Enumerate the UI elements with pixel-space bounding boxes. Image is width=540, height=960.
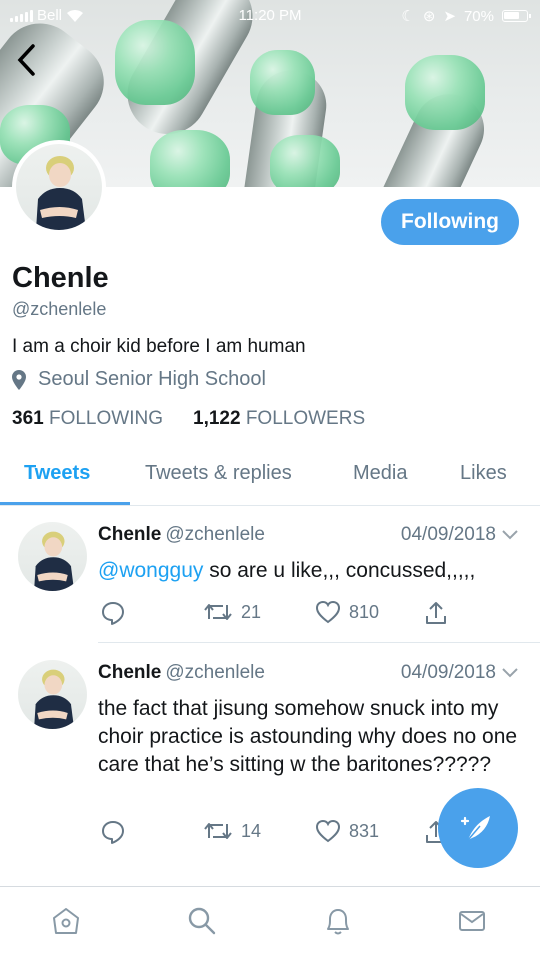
tweet-date: 04/09/2018	[400, 524, 496, 545]
tweet-avatar[interactable]	[18, 660, 87, 729]
location-arrow-icon: ➤	[443, 8, 456, 25]
tweet-text: the fact that jisung somehow snuck into …	[98, 697, 518, 776]
followers-stat[interactable]: 1,122 FOLLOWERS	[193, 408, 365, 430]
battery-icon	[502, 10, 531, 22]
like-button[interactable]: 810	[315, 600, 379, 624]
share-button[interactable]	[424, 600, 448, 626]
nav-search[interactable]	[182, 901, 222, 941]
search-icon	[188, 907, 216, 935]
active-tab-indicator	[0, 502, 130, 505]
like-count: 831	[349, 820, 380, 841]
retweet-icon	[204, 604, 232, 620]
tweet-text: @wongguy so are u like,,, concussed,,,,,	[98, 557, 523, 585]
back-button[interactable]	[8, 40, 44, 80]
tweet-author: Chenle @zchenlele	[98, 524, 265, 546]
retweet-count: 21	[241, 601, 262, 622]
tweet-actions: 21 810	[98, 600, 458, 630]
profile-name: Chenle	[12, 262, 109, 294]
tweet-date-area[interactable]: 04/09/2018	[401, 662, 518, 684]
like-button[interactable]: 831	[315, 819, 379, 843]
tab-likes[interactable]: Likes	[460, 462, 507, 485]
reply-icon	[102, 602, 124, 625]
nav-messages[interactable]	[452, 901, 492, 941]
moon-icon: ☾	[401, 8, 415, 25]
tweet-author: Chenle @zchenlele	[98, 662, 265, 684]
following-button[interactable]: Following	[381, 199, 519, 245]
tweet-name: Chenle	[98, 662, 162, 683]
messages-icon	[459, 911, 485, 931]
like-count: 810	[349, 601, 380, 622]
retweet-button[interactable]: 14	[203, 819, 261, 843]
compose-tweet-button[interactable]	[438, 788, 518, 868]
nav-home[interactable]	[46, 901, 86, 941]
retweet-button[interactable]: 21	[203, 600, 261, 624]
reply-icon	[102, 821, 124, 844]
tweet-handle: @zchenlele	[165, 524, 265, 545]
tab-tweets[interactable]: Tweets	[24, 462, 90, 485]
tweet-avatar[interactable]	[18, 522, 87, 591]
tab-media[interactable]: Media	[353, 462, 407, 485]
tweet-date-area[interactable]: 04/09/2018	[401, 524, 518, 546]
notifications-icon	[327, 909, 349, 935]
profile-bio: I am a choir kid before I am human	[12, 336, 306, 357]
tweet-handle: @zchenlele	[165, 662, 265, 683]
following-label: FOLLOWING	[48, 408, 163, 429]
tweet-body: so are u like,,, concussed,,,,,	[203, 559, 476, 582]
tweet-name: Chenle	[98, 524, 162, 545]
following-stat[interactable]: 361 FOLLOWING	[12, 408, 163, 430]
tweet-actions: 14 831	[98, 819, 458, 849]
back-icon	[17, 44, 35, 76]
tweet-mention[interactable]: @wongguy	[98, 559, 203, 582]
reply-button[interactable]	[100, 819, 126, 845]
chevron-down-icon[interactable]	[502, 530, 518, 540]
tweet-divider	[98, 642, 540, 643]
reply-button[interactable]	[100, 600, 126, 626]
profile-stats: 361 FOLLOWING 1,122 FOLLOWERS	[12, 408, 365, 430]
avatar-photo	[16, 144, 102, 230]
like-icon	[315, 819, 341, 843]
location-pin-icon	[12, 369, 26, 390]
tab-tweets-replies[interactable]: Tweets & replies	[145, 462, 292, 485]
location-text: Seoul Senior High School	[38, 368, 266, 390]
nav-notifications[interactable]	[318, 901, 358, 941]
profile-location: Seoul Senior High School	[12, 368, 266, 391]
profile-avatar[interactable]	[12, 140, 106, 234]
home-icon	[53, 908, 79, 934]
like-icon	[315, 600, 341, 624]
chevron-down-icon[interactable]	[502, 668, 518, 678]
status-right: ☾ ⊛ ➤ 70%	[401, 7, 531, 25]
share-icon	[426, 602, 446, 624]
profile-tabs: Tweets Tweets & replies Media Likes	[0, 446, 540, 506]
retweet-count: 14	[241, 820, 262, 841]
compose-icon	[460, 816, 490, 841]
bottom-nav	[0, 886, 540, 960]
tweet-date: 04/09/2018	[400, 662, 496, 683]
retweet-icon	[204, 823, 232, 839]
profile-handle: @zchenlele	[12, 299, 107, 319]
followers-label: FOLLOWERS	[245, 408, 366, 429]
status-bar: Bell 11:20 PM ☾ ⊛ ➤ 70%	[0, 0, 540, 32]
following-count: 361	[12, 408, 44, 429]
battery-percent: 70%	[463, 7, 494, 25]
followers-count: 1,122	[193, 408, 241, 429]
lock-rotation-icon: ⊛	[422, 8, 436, 25]
